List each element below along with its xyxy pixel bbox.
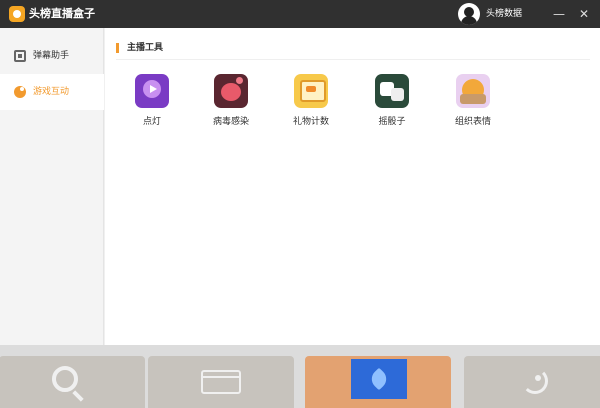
app-logo-icon (9, 6, 25, 22)
sidebar-item-label: 弹幕助手 (33, 51, 70, 61)
section-accent-bar (116, 43, 119, 53)
minimize-icon[interactable]: — (549, 4, 569, 24)
dock-card-search[interactable] (0, 356, 145, 408)
tool-label: 组织表情 (454, 117, 491, 127)
dock-card-browser[interactable] (148, 356, 294, 408)
tool-roll-dice[interactable]: 摇骰子 (362, 74, 422, 132)
gift-counter-icon (294, 74, 328, 108)
tool-label: 点灯 (142, 117, 161, 127)
magnifier-icon (52, 366, 78, 392)
main-panel: 主播工具 点灯 病毒感染 礼物计数 摇骰子 组织表情 (105, 28, 600, 345)
browser-window-icon (201, 370, 241, 394)
user-name[interactable]: 头榜数据 (486, 8, 522, 20)
tool-virus-infection[interactable]: 病毒感染 (201, 74, 261, 132)
tool-label: 病毒感染 (212, 117, 249, 127)
tool-label: 摇骰子 (378, 117, 406, 127)
rocket-icon (351, 359, 407, 399)
close-icon[interactable]: ✕ (574, 4, 594, 24)
app-title: 头榜直播盒子 (29, 7, 95, 20)
emoji-icon (456, 74, 490, 108)
sidebar-item-label: 游戏互动 (33, 87, 70, 97)
tv-icon (14, 50, 26, 62)
lamp-icon (135, 74, 169, 108)
section-divider (116, 59, 590, 60)
title-bar: 头榜直播盒子 头榜数据 — ✕ (0, 0, 600, 28)
dock-card-rocket[interactable] (305, 356, 451, 408)
sidebar: 弹幕助手 游戏互动 (0, 28, 104, 345)
dock-card-satellite[interactable] (464, 356, 600, 408)
tool-organize-emoji[interactable]: 组织表情 (443, 74, 503, 132)
section-title: 主播工具 (127, 43, 164, 53)
game-icon (14, 86, 26, 98)
tool-gift-counter[interactable]: 礼物计数 (281, 74, 341, 132)
tool-light-up[interactable]: 点灯 (122, 74, 182, 132)
sidebar-item-game-interaction[interactable]: 游戏互动 (0, 74, 104, 110)
bottom-dock (0, 345, 600, 408)
tool-label: 礼物计数 (292, 117, 329, 127)
satellite-dish-icon (522, 368, 548, 394)
dice-icon (375, 74, 409, 108)
user-avatar[interactable] (458, 3, 480, 25)
sidebar-item-danmu-assistant[interactable]: 弹幕助手 (0, 38, 104, 74)
virus-icon (214, 74, 248, 108)
